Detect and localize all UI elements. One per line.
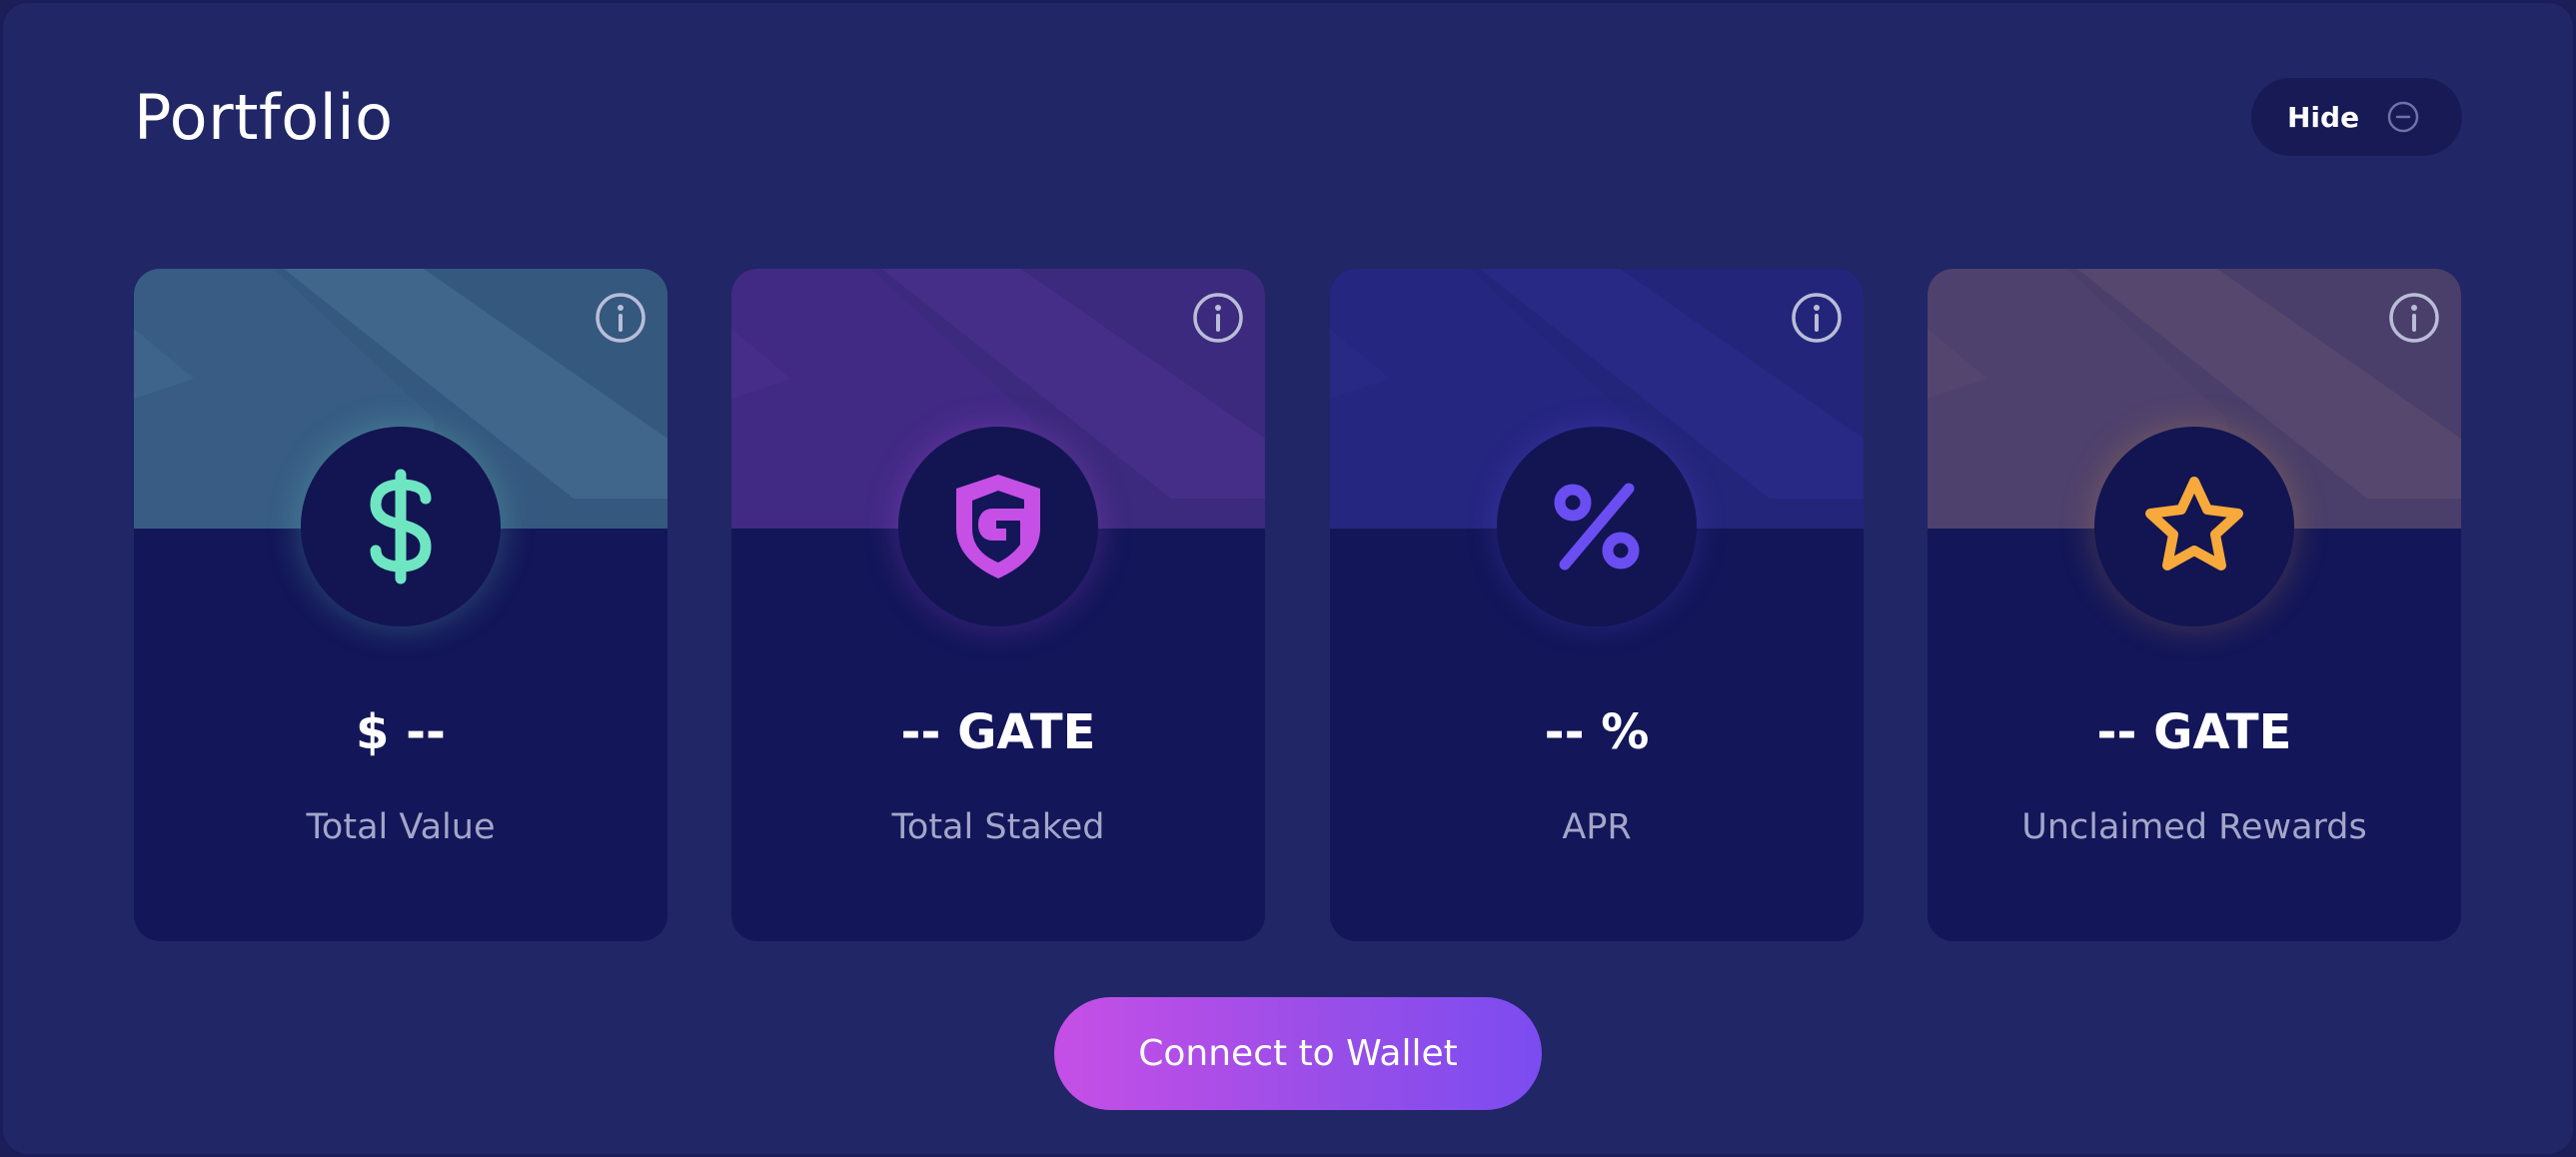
unclaimed-rewards-card: -- GATE Unclaimed Rewards [1928, 269, 2461, 941]
info-icon[interactable] [1191, 291, 1245, 345]
shield-g-icon [948, 471, 1048, 582]
card-value: -- GATE [900, 704, 1096, 760]
card-label: APR [1562, 807, 1632, 847]
card-label: Total Staked [891, 807, 1105, 847]
percent-badge [1497, 427, 1697, 626]
card-label: Unclaimed Rewards [2021, 807, 2367, 847]
card-value: $ -- [356, 704, 446, 760]
portfolio-panel: Portfolio Hide $ -- Total Value -- GATE … [0, 0, 2576, 1157]
minus-circle-icon [2387, 101, 2419, 133]
total-staked-card: -- GATE Total Staked [731, 269, 1265, 941]
star-icon [2139, 474, 2249, 579]
page-title: Portfolio [134, 81, 394, 154]
percent-icon [1547, 477, 1647, 577]
shield-badge [898, 427, 1098, 626]
hide-button[interactable]: Hide [2251, 78, 2462, 156]
info-icon[interactable] [1790, 291, 1844, 345]
hide-button-label: Hide [2287, 100, 2360, 134]
info-icon[interactable] [594, 291, 647, 345]
total-value-card: $ -- Total Value [134, 269, 667, 941]
star-badge [2094, 427, 2294, 626]
info-icon[interactable] [2387, 291, 2441, 345]
card-value: -- % [1544, 704, 1650, 760]
connect-wallet-button[interactable]: Connect to Wallet [1054, 997, 1542, 1110]
apr-card: -- % APR [1330, 269, 1864, 941]
dollar-badge [301, 427, 501, 626]
card-value: -- GATE [2096, 704, 2292, 760]
dollar-icon [356, 467, 446, 586]
card-label: Total Value [306, 807, 496, 847]
